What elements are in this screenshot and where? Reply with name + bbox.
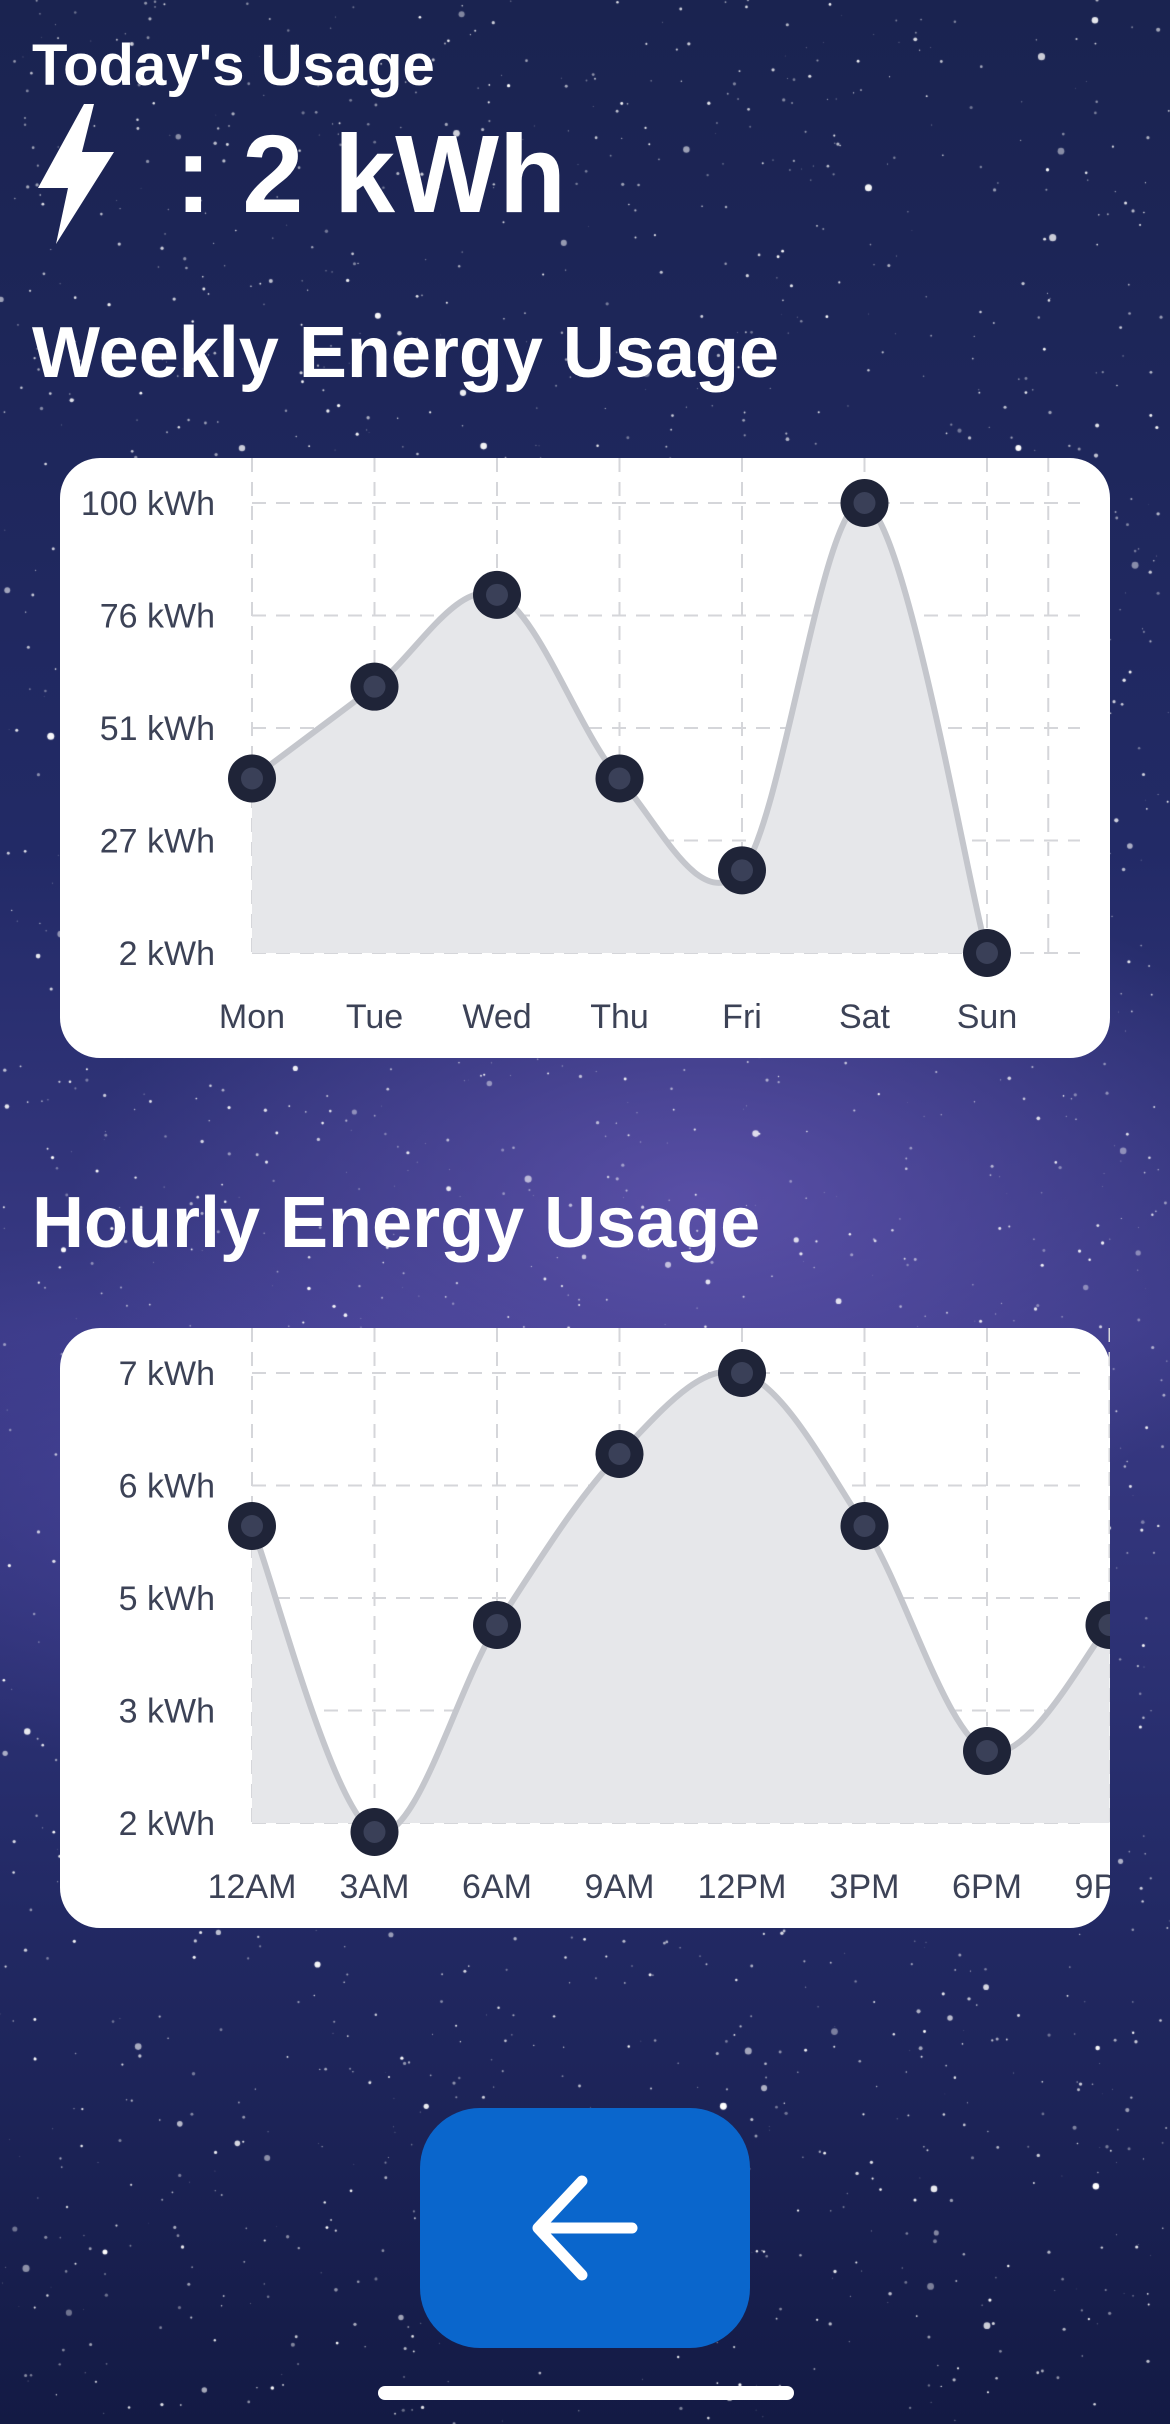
hourly-y-tick: 5 kWh	[119, 1580, 215, 1618]
hourly-data-point-center	[241, 1515, 263, 1537]
weekly-x-tick: Sat	[839, 998, 891, 1036]
hourly-data-point-center	[608, 1443, 631, 1465]
arrow-left-icon	[532, 2175, 638, 2281]
hourly-x-tick: 3AM	[340, 1868, 410, 1906]
hourly-y-tick: 3 kWh	[119, 1693, 215, 1731]
weekly-x-tick: Mon	[219, 998, 285, 1036]
weekly-x-tick: Thu	[590, 998, 649, 1036]
hourly-data-point-center	[976, 1740, 998, 1762]
weekly-chart-title: Weekly Energy Usage	[32, 313, 780, 393]
weekly-y-tick: 100 kWh	[81, 485, 215, 523]
hourly-x-tick: 9AM	[585, 1868, 655, 1906]
weekly-y-tick: 2 kWh	[119, 935, 215, 973]
weekly-data-point-center	[486, 583, 508, 606]
hourly-x-tick: 6PM	[952, 1868, 1022, 1906]
hourly-energy-chart: 7 kWh 6 kWh 5 kWh 3 kWh 2 kWh 12AM 3AM 6AM 9AM 12…	[119, 1328, 1170, 1906]
weekly-data-point-center	[363, 675, 386, 698]
hourly-x-tick: 3PM	[830, 1868, 900, 1906]
hourly-x-tick: 12PM	[698, 1868, 787, 1906]
todays-usage-title: Today's Usage	[32, 33, 435, 98]
hourly-x-tick: 6AM	[462, 1868, 532, 1906]
weekly-energy-chart: 100 kWh 76 kWh 51 kWh 27 kWh 2 kWhMon Tue Wed T…	[81, 458, 1080, 1036]
todays-usage-value: : 2 kWh	[175, 113, 567, 236]
hourly-data-point-center	[486, 1614, 508, 1636]
weekly-x-tick: Tue	[346, 998, 403, 1036]
weekly-y-tick: 76 kWh	[100, 598, 215, 636]
hourly-chart-card: 7 kWh 6 kWh 5 kWh 3 kWh 2 kWh 12AM 3AM 6AM 9AM 12…	[60, 1328, 1170, 1928]
weekly-x-tick: Sun	[957, 998, 1018, 1036]
lightning-bolt-icon	[38, 104, 114, 244]
hourly-x-tick: 12AM	[208, 1868, 297, 1906]
weekly-chart-card: 100 kWh 76 kWh 51 kWh 27 kWh 2 kWh Mon Tue Wed T…	[60, 458, 1110, 1058]
weekly-data-point-center	[976, 942, 998, 964]
weekly-x-tick: Wed	[462, 998, 531, 1036]
weekly-data-point-center	[853, 492, 876, 514]
weekly-x-tick: Fri	[722, 998, 762, 1036]
hourly-data-point-center	[731, 1362, 753, 1384]
weekly-y-tick: 27 kWh	[100, 823, 215, 861]
hourly-data-point-center	[363, 1821, 386, 1843]
hourly-y-tick: 7 kWh	[119, 1355, 215, 1393]
weekly-data-point-center	[241, 767, 263, 790]
hourly-x-tick: 9PM	[1075, 1868, 1110, 1906]
hourly-y-tick: 6 kWh	[119, 1468, 215, 1506]
hourly-data-point-center	[853, 1515, 876, 1537]
weekly-data-point-center	[608, 767, 631, 790]
weekly-data-point-center	[731, 859, 753, 882]
weekly-y-tick: 51 kWh	[100, 710, 215, 748]
hourly-y-tick: 2 kWh	[119, 1805, 215, 1843]
hourly-chart-title: Hourly Energy Usage	[32, 1183, 761, 1263]
back-button[interactable]	[420, 2108, 750, 2348]
home-indicator	[378, 2386, 794, 2400]
